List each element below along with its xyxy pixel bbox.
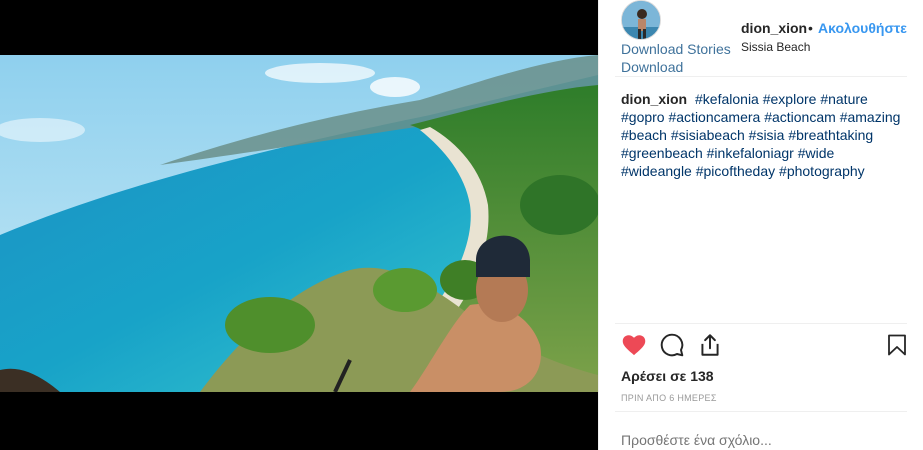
download-stories-link[interactable]: Download Stories: [621, 41, 731, 57]
post-caption: dion_xion #kefalonia #explore #nature #g…: [621, 90, 906, 180]
hashtag[interactable]: #nature: [820, 91, 867, 107]
hashtag[interactable]: #wide: [798, 145, 835, 161]
comment-icon[interactable]: [659, 332, 687, 360]
heart-icon[interactable]: [621, 332, 649, 360]
bookmark-icon[interactable]: [885, 332, 913, 360]
hashtag[interactable]: #picoftheday: [696, 163, 775, 179]
divider: [615, 323, 907, 324]
hashtag[interactable]: #sisiabeach: [671, 127, 745, 143]
action-bar: [621, 332, 911, 362]
likes-count[interactable]: Αρέσει σε 138: [621, 368, 714, 384]
hashtag[interactable]: #photography: [779, 163, 865, 179]
hashtag[interactable]: #gopro: [621, 109, 665, 125]
hashtag[interactable]: #actioncam: [764, 109, 836, 125]
download-link[interactable]: Download: [621, 59, 683, 75]
post-media: [0, 0, 598, 450]
share-icon[interactable]: [697, 332, 725, 360]
location-link[interactable]: Sissia Beach: [741, 40, 810, 54]
separator-dot: •: [808, 20, 813, 36]
comment-input[interactable]: [621, 432, 901, 448]
hashtag[interactable]: #sisia: [749, 127, 785, 143]
post-photo[interactable]: [0, 55, 598, 392]
hashtag[interactable]: #amazing: [840, 109, 901, 125]
divider: [615, 411, 907, 412]
avatar[interactable]: [621, 0, 661, 40]
username-link[interactable]: dion_xion: [741, 20, 807, 36]
post-sidebar: Download Stories Download dion_xion • Ακ…: [598, 0, 923, 450]
hashtag[interactable]: #beach: [621, 127, 667, 143]
hashtag[interactable]: #kefalonia: [695, 91, 759, 107]
follow-button[interactable]: Ακολουθήστε: [818, 20, 907, 36]
post-timestamp: ΠΡΙΝ ΑΠΟ 6 ΗΜΕΡΕΣ: [621, 393, 717, 403]
hashtag[interactable]: #actioncamera: [668, 109, 760, 125]
hashtag[interactable]: #explore: [763, 91, 817, 107]
caption-username[interactable]: dion_xion: [621, 91, 687, 107]
hashtag[interactable]: #wideangle: [621, 163, 692, 179]
hashtag[interactable]: #greenbeach: [621, 145, 703, 161]
divider: [615, 76, 907, 77]
avatar-image: [622, 1, 660, 39]
hashtag[interactable]: #breathtaking: [788, 127, 873, 143]
hashtag[interactable]: #inkefaloniagr: [707, 145, 794, 161]
